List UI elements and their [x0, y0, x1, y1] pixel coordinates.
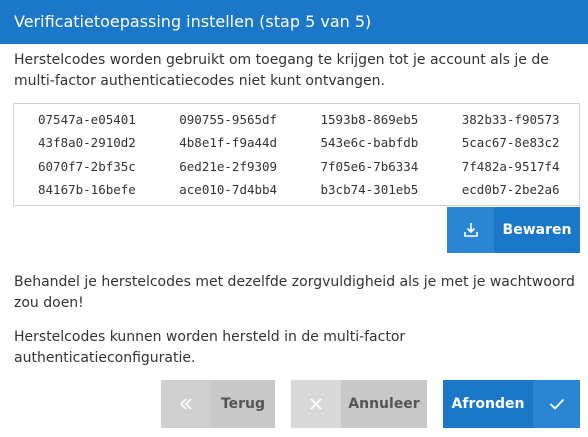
- recovery-codes-grid: 07547a-e05401 090755-9565df 1593b8-869eb…: [14, 104, 579, 205]
- save-codes-label: Bewaren: [502, 222, 572, 238]
- recovery-code: 7f05e6-7b6334: [320, 158, 419, 174]
- setup-dialog: Verificatietoepassing instellen (stap 5 …: [0, 0, 588, 437]
- save-codes-button[interactable]: Bewaren: [447, 207, 580, 253]
- recovery-code: 6ed21e-2f9309: [179, 158, 278, 174]
- intro-text: Herstelcodes worden gebruikt om toegang …: [14, 52, 549, 89]
- back-button[interactable]: Terug: [161, 380, 275, 428]
- recovery-code: 382b33-f90573: [461, 112, 560, 128]
- recovery-code: ace010-7d4bb4: [179, 181, 278, 197]
- warning-text: Behandel je herstelcodes met dezelfde zo…: [14, 274, 575, 311]
- checkmark-icon: [533, 380, 580, 428]
- recovery-code: 4b8e1f-f9a44d: [179, 135, 278, 151]
- cancel-button[interactable]: Annuleer: [291, 380, 427, 428]
- dialog-title: Verificatietoepassing instellen (stap 5 …: [0, 0, 588, 44]
- recovery-code: 6070f7-2bf35c: [38, 158, 136, 174]
- recovery-code: 5cac67-8e83c2: [461, 135, 560, 151]
- recovery-codes-box: 07547a-e05401 090755-9565df 1593b8-869eb…: [13, 103, 580, 206]
- recovery-code: b3cb74-301eb5: [320, 181, 419, 197]
- finish-label: Afronden: [443, 380, 533, 428]
- finish-button[interactable]: Afronden: [443, 380, 580, 428]
- back-label: Terug: [211, 380, 275, 428]
- recovery-code: 07547a-e05401: [38, 112, 136, 128]
- cancel-label: Annuleer: [341, 380, 427, 428]
- double-chevron-left-icon: [161, 380, 211, 428]
- recovery-code: 090755-9565df: [179, 112, 278, 128]
- close-icon: [291, 380, 341, 428]
- recovery-code: 543e6c-babfdb: [320, 135, 419, 151]
- recovery-code: 43f8a0-2910d2: [38, 135, 136, 151]
- recovery-code: 7f482a-9517f4: [461, 158, 560, 174]
- restore-info-text: Herstelcodes kunnen worden hersteld in d…: [14, 329, 406, 366]
- recovery-code: 84167b-16befe: [38, 181, 136, 197]
- recovery-code: ecd0b7-2be2a6: [461, 181, 560, 197]
- recovery-code: 1593b8-869eb5: [320, 112, 419, 128]
- download-icon: [447, 207, 494, 253]
